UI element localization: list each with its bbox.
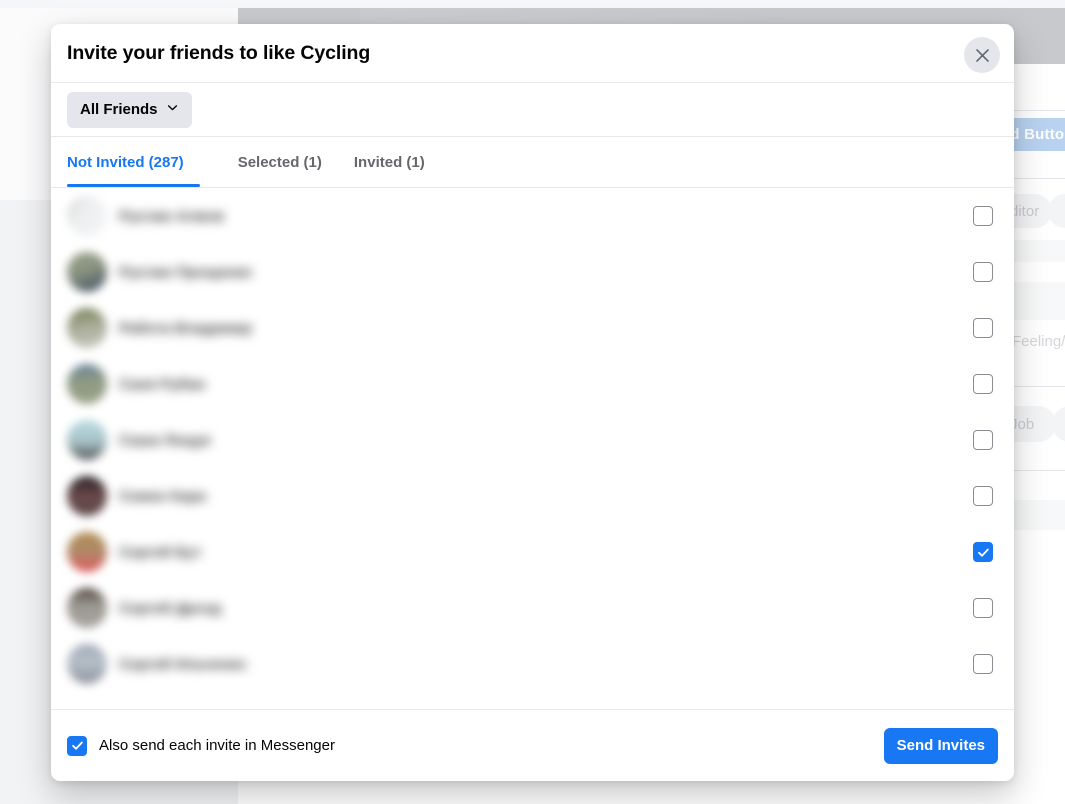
friend-checkbox[interactable] xyxy=(973,486,993,506)
friend-name: Саша Лещук xyxy=(119,432,211,449)
friend-checkbox[interactable] xyxy=(973,318,993,338)
friend-row[interactable]: Саша Лещук xyxy=(51,412,1014,468)
avatar xyxy=(67,476,107,516)
messenger-option[interactable]: Also send each invite in Messenger xyxy=(67,736,884,756)
avatar xyxy=(67,196,107,236)
avatar xyxy=(67,420,107,460)
avatar xyxy=(67,532,107,572)
friend-row[interactable]: Сергей Дрозд xyxy=(51,580,1014,636)
messenger-label: Also send each invite in Messenger xyxy=(99,737,335,754)
friend-name: Работа Владимир xyxy=(119,320,252,337)
friend-list[interactable]: Руслан Алвов Руслан Прощенко Работа Влад… xyxy=(51,188,1014,709)
invite-friends-dialog: Invite your friends to like Cycling All … xyxy=(51,24,1014,781)
friend-row[interactable]: Руслан Прощенко xyxy=(51,244,1014,300)
friend-name: Сергей Ильченко xyxy=(119,656,246,673)
dialog-title: Invite your friends to like Cycling xyxy=(67,42,370,65)
friend-name: Семен Кара xyxy=(119,488,206,505)
friend-row[interactable]: Сергей Ильченко xyxy=(51,636,1014,692)
friend-name: Сергей Дрозд xyxy=(119,600,221,617)
send-invites-button[interactable]: Send Invites xyxy=(884,728,998,764)
friend-name: Руслан Алвов xyxy=(119,208,224,225)
all-friends-label: All Friends xyxy=(80,101,158,118)
avatar xyxy=(67,308,107,348)
tab-selected[interactable]: Selected (1) xyxy=(222,137,338,187)
close-button[interactable] xyxy=(964,37,1000,73)
friend-checkbox[interactable] xyxy=(973,430,993,450)
friend-row[interactable]: Работа Владимир xyxy=(51,300,1014,356)
friend-checkbox[interactable] xyxy=(973,598,993,618)
friend-row[interactable]: Семен Кара xyxy=(51,468,1014,524)
dialog-header: Invite your friends to like Cycling xyxy=(51,24,1014,83)
all-friends-dropdown[interactable]: All Friends xyxy=(67,92,192,128)
avatar xyxy=(67,588,107,628)
close-icon xyxy=(974,47,991,64)
friend-row[interactable]: Руслан Алвов xyxy=(51,188,1014,244)
friend-checkbox[interactable] xyxy=(973,206,993,226)
avatar xyxy=(67,252,107,292)
filter-bar: All Friends xyxy=(51,83,1014,137)
dialog-footer: Also send each invite in Messenger Send … xyxy=(51,709,1014,781)
friend-checkbox[interactable] xyxy=(973,654,993,674)
background-feeling-label[interactable]: Feeling/ xyxy=(1012,333,1065,350)
avatar xyxy=(67,644,107,684)
chevron-down-icon xyxy=(166,101,179,118)
friend-checkbox[interactable] xyxy=(973,542,993,562)
friend-checkbox[interactable] xyxy=(973,374,993,394)
tab-invited[interactable]: Invited (1) xyxy=(338,137,441,187)
friend-name: Руслан Прощенко xyxy=(119,264,252,281)
friend-name: Саня Рубан xyxy=(119,376,205,393)
avatar xyxy=(67,364,107,404)
tab-not-invited[interactable]: Not Invited (287) xyxy=(67,137,200,187)
tab-bar: Not Invited (287) Selected (1) Invited (… xyxy=(51,137,1014,188)
friend-name: Сергей Бут xyxy=(119,544,202,561)
messenger-checkbox[interactable] xyxy=(67,736,87,756)
background-top-strip xyxy=(0,0,1065,8)
friend-checkbox[interactable] xyxy=(973,262,993,282)
friend-row[interactable]: Саня Рубан xyxy=(51,356,1014,412)
friend-row[interactable]: Сергей Бут xyxy=(51,524,1014,580)
